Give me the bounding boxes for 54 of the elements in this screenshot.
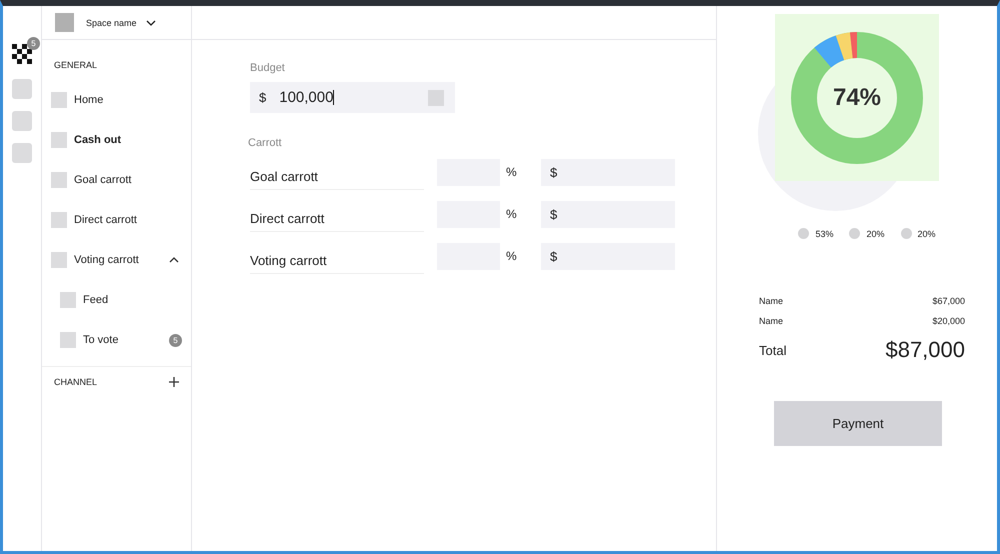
sidebar-item[interactable]: Voting carrott — [51, 240, 183, 280]
chevron-up-icon[interactable] — [169, 257, 179, 263]
item-icon — [51, 212, 67, 228]
item-icon — [51, 172, 67, 188]
sidebar-item[interactable]: Cash out — [51, 120, 183, 160]
app-icon[interactable] — [12, 79, 32, 99]
budget-label: Budget — [250, 62, 286, 74]
sidebar-item[interactable]: Goal carrott — [51, 160, 183, 200]
notification-badge: 5 — [27, 37, 40, 50]
budget-field[interactable]: $ 100,000 — [250, 82, 455, 113]
carrott-name: Voting carrott — [250, 246, 424, 274]
section-title: CHANNEL — [54, 377, 98, 387]
app-icon[interactable] — [12, 143, 32, 163]
chevron-down-icon — [146, 20, 156, 26]
carrott-name: Goal carrott — [250, 162, 424, 190]
space-avatar — [55, 13, 74, 32]
total-amount: $87,000 — [885, 337, 965, 363]
legend-dot — [849, 228, 860, 239]
legend-dot — [900, 228, 912, 239]
sidebar-item[interactable]: To vote 5 — [51, 320, 183, 360]
checkered-flag-icon[interactable] — [12, 44, 32, 64]
percent-sign: % — [505, 165, 518, 179]
legend-value: 20% — [918, 228, 936, 238]
amount-field[interactable]: $ — [541, 242, 675, 270]
donut-percentage: 74% — [832, 84, 882, 112]
add-icon[interactable] — [169, 377, 179, 387]
item-icon — [51, 132, 67, 148]
percent-sign: % — [505, 249, 518, 263]
item-icon — [60, 332, 76, 348]
carrott-label: Carrott — [248, 137, 283, 149]
item-icon — [51, 252, 67, 268]
payment-button[interactable]: Payment — [774, 401, 942, 446]
amount-field[interactable]: $ — [541, 200, 675, 228]
app-icon[interactable] — [12, 111, 32, 131]
percent-sign: % — [505, 207, 518, 221]
amount-field[interactable]: $ — [541, 158, 675, 186]
sidebar-item[interactable]: Direct carrott — [51, 200, 183, 240]
line-name: Name — [759, 296, 784, 306]
space-name-dropdown[interactable]: Space name — [86, 16, 156, 30]
item-icon — [60, 292, 76, 308]
line-amount: $67,000 — [932, 296, 965, 306]
field-icon[interactable] — [428, 90, 444, 106]
line-name: Name — [759, 316, 784, 326]
line-amount: $20,000 — [932, 316, 965, 326]
legend-value: 53% — [815, 228, 834, 238]
item-icon — [51, 92, 67, 108]
legend-value: 20% — [866, 228, 884, 238]
section-title: GENERAL — [54, 60, 98, 70]
total-label: Total — [759, 342, 786, 358]
count-badge: 5 — [169, 334, 182, 346]
sidebar-item[interactable]: Home — [51, 80, 183, 120]
sidebar-item[interactable]: Feed — [51, 280, 183, 320]
carrott-name: Direct carrott — [250, 204, 424, 232]
legend-dot — [798, 228, 810, 239]
